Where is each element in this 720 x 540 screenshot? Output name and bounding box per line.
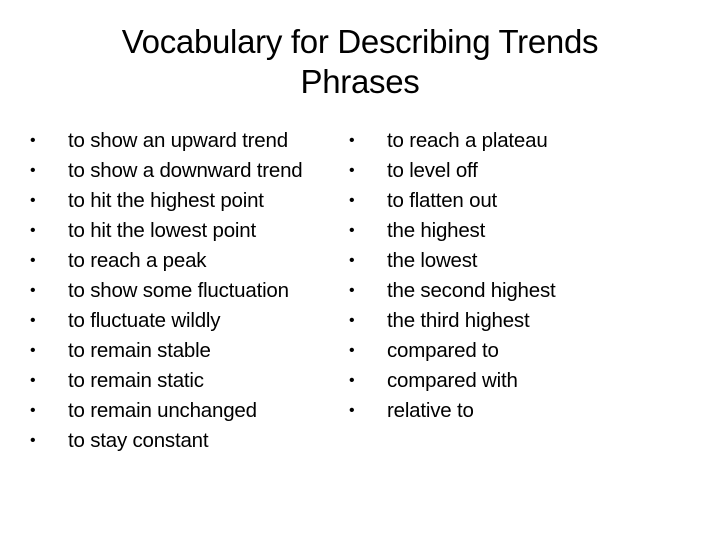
bullet-dot-icon: • xyxy=(30,282,36,299)
list-item-text: the lowest xyxy=(387,249,478,272)
bullet-dot-icon: • xyxy=(30,162,36,179)
bullet-dot-icon: • xyxy=(349,162,355,179)
list-item-text: to stay constant xyxy=(68,429,209,452)
bullet-dot-icon: • xyxy=(30,192,36,209)
bullet-dot-icon: • xyxy=(349,372,355,389)
list-item-text: compared to xyxy=(387,339,499,362)
bullet-dot-icon: • xyxy=(349,282,355,299)
bullet-dot-icon: • xyxy=(349,252,355,269)
bullet-dot-icon: • xyxy=(30,372,36,389)
bullet-dot-icon: • xyxy=(30,342,36,359)
bullet-dot-icon: • xyxy=(30,432,36,449)
bullet-dot-icon: • xyxy=(30,402,36,419)
list-item-text: to show some fluctuation xyxy=(68,279,289,302)
slide-title-line-2: Phrases xyxy=(300,63,420,100)
list-item-text: to show an upward trend xyxy=(68,129,288,152)
slide-title: Vocabulary for Describing Trends Phrases xyxy=(36,22,684,102)
bullet-dot-icon: • xyxy=(349,132,355,149)
list-item-text: the highest xyxy=(387,219,486,242)
bullet-dot-icon: • xyxy=(349,222,355,239)
list-item-text: the third highest xyxy=(387,309,530,332)
list-item-text: to hit the lowest point xyxy=(68,219,256,242)
slide-title-line-1: Vocabulary for Describing Trends xyxy=(121,23,599,60)
list-item-text: compared with xyxy=(387,369,518,392)
bullet-dot-icon: • xyxy=(349,312,355,329)
list-item-text: to flatten out xyxy=(387,189,498,212)
bullet-dot-icon: • xyxy=(349,402,355,419)
bullet-dot-icon: • xyxy=(30,312,36,329)
list-item-text: to level off xyxy=(387,159,478,182)
bullet-dot-icon: • xyxy=(349,342,355,359)
list-item-text: to remain stable xyxy=(68,339,211,362)
list-item-text: relative to xyxy=(387,399,474,422)
bullet-dot-icon: • xyxy=(30,252,36,269)
list-item-text: to remain static xyxy=(68,369,204,392)
list-item-text: to remain unchanged xyxy=(68,399,257,422)
list-item-text: to reach a peak xyxy=(68,249,207,272)
bullet-dot-icon: • xyxy=(349,192,355,209)
bullet-dot-icon: • xyxy=(30,132,36,149)
list-item-text: to show a downward trend xyxy=(68,159,303,182)
list-item-text: the second highest xyxy=(387,279,556,302)
list-item-text: to fluctuate wildly xyxy=(68,309,221,332)
list-item-text: to reach a plateau xyxy=(387,129,548,152)
list-item-text: to hit the highest point xyxy=(68,189,264,212)
bullet-dot-icon: • xyxy=(30,222,36,239)
